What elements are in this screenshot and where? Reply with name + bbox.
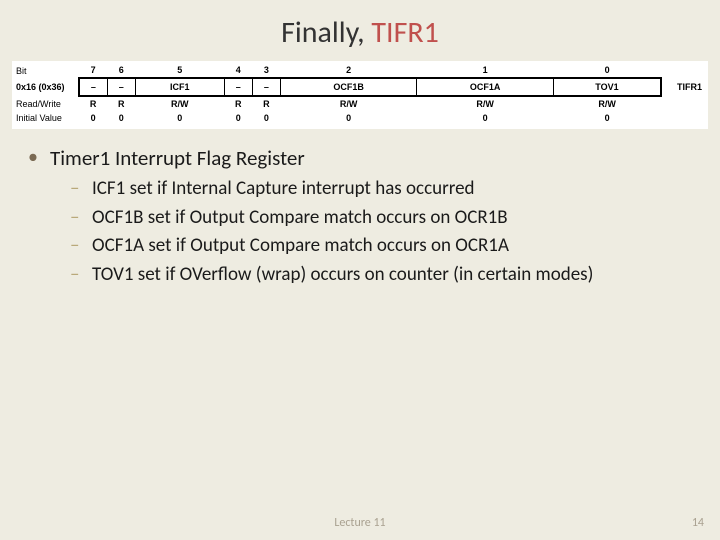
register-table: Bit 7 6 5 4 3 2 1 0 0x16 (0x36) – – ICF1… [12, 63, 708, 125]
sub-bullet: OCF1B set if Output Compare match occurs… [70, 206, 694, 231]
sub-bullet: OCF1A set if Output Compare match occurs… [70, 234, 694, 259]
bit-num: 7 [79, 63, 107, 78]
bit-row: Bit 7 6 5 4 3 2 1 0 [12, 63, 708, 78]
init-cell: 0 [553, 111, 661, 125]
title-text: Finally, [281, 14, 371, 51]
row-label-bit: Bit [12, 63, 79, 78]
rw-cell: R/W [135, 96, 224, 111]
bit-num: 5 [135, 63, 224, 78]
bit-name: – [107, 78, 135, 96]
slide-title: Finally, TIFR1 [0, 0, 720, 51]
rw-row: Read/Write R R R/W R R R/W R/W R/W [12, 96, 708, 111]
bit-num: 3 [252, 63, 280, 78]
body-text: Timer1 Interrupt Flag Register ICF1 set … [0, 129, 720, 288]
rw-cell: R/W [553, 96, 661, 111]
row-label-addr: 0x16 (0x36) [12, 78, 79, 96]
title-accent: TIFR1 [371, 14, 438, 51]
sub-bullet: TOV1 set if OVerflow (wrap) occurs on co… [70, 263, 694, 288]
bit-name: – [79, 78, 107, 96]
init-cell: 0 [252, 111, 280, 125]
rw-cell: R [79, 96, 107, 111]
row-label-init: Initial Value [12, 111, 79, 125]
bit-name-row: 0x16 (0x36) – – ICF1 – – OCF1B OCF1A TOV… [12, 78, 708, 96]
rw-cell: R/W [417, 96, 553, 111]
rw-cell: R [224, 96, 252, 111]
bit-num: 6 [107, 63, 135, 78]
bit-name: OCF1B [280, 78, 416, 96]
init-cell: 0 [280, 111, 416, 125]
bit-name: OCF1A [417, 78, 553, 96]
bit-name: TOV1 [553, 78, 661, 96]
init-row: Initial Value 0 0 0 0 0 0 0 0 [12, 111, 708, 125]
init-cell: 0 [107, 111, 135, 125]
bit-name: – [224, 78, 252, 96]
sub-bullet: ICF1 set if Internal Capture interrupt h… [70, 177, 694, 202]
init-cell: 0 [79, 111, 107, 125]
rw-cell: R [252, 96, 280, 111]
rw-cell: R/W [280, 96, 416, 111]
bit-num: 2 [280, 63, 416, 78]
footer-page-number: 14 [692, 516, 704, 530]
row-label-rw: Read/Write [12, 96, 79, 111]
rw-cell: R [107, 96, 135, 111]
bit-name: ICF1 [135, 78, 224, 96]
bit-name: – [252, 78, 280, 96]
bit-num: 1 [417, 63, 553, 78]
bit-num: 4 [224, 63, 252, 78]
main-bullet-text: Timer1 Interrupt Flag Register [50, 145, 305, 171]
init-cell: 0 [135, 111, 224, 125]
init-cell: 0 [224, 111, 252, 125]
register-diagram: Bit 7 6 5 4 3 2 1 0 0x16 (0x36) – – ICF1… [12, 61, 708, 129]
footer-lecture: Lecture 11 [0, 516, 720, 530]
init-cell: 0 [417, 111, 553, 125]
register-name: TIFR1 [661, 78, 708, 96]
bit-num: 0 [553, 63, 661, 78]
main-bullet: Timer1 Interrupt Flag Register ICF1 set … [26, 145, 694, 288]
